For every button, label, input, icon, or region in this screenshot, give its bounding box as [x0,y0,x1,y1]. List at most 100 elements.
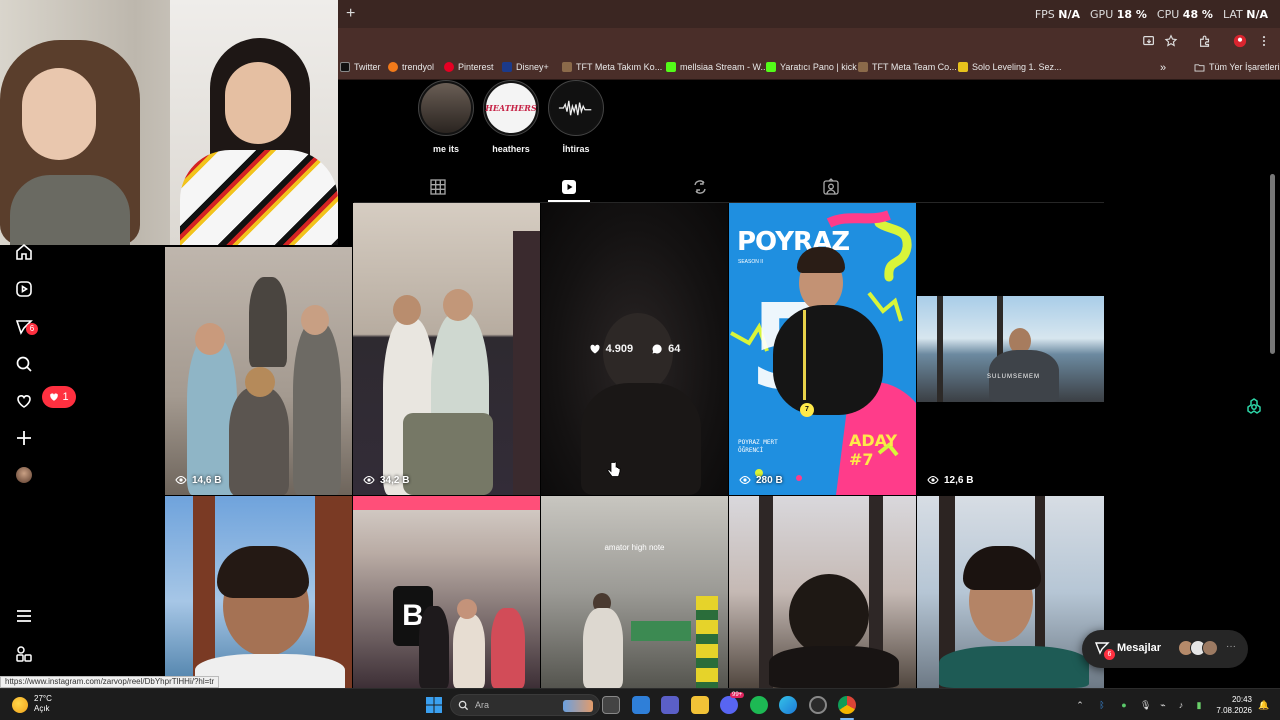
poster-subtitle-role: ÖĞRENCİ [738,447,764,454]
dancer-head [245,367,275,397]
app-icon[interactable] [809,696,827,714]
notifications-bell-icon[interactable]: 🔔 [1258,700,1269,710]
dancer-figure [229,387,289,495]
reel-tile[interactable]: 34,2 B [353,203,540,495]
reel-tile[interactable]: 14,6 B [165,247,352,495]
weather-widget[interactable]: 27°C Açık [34,694,52,714]
link-status-url: https://www.instagram.com/zarvop/reel/Db… [0,676,220,688]
battery-icon[interactable]: ▮ [1194,700,1204,710]
poster-season: SEASON II [738,259,764,265]
highlight-me-its[interactable]: me its [417,80,475,154]
tray-app-icon[interactable]: ● [1119,700,1129,710]
bluetooth-icon[interactable]: ᛒ [1097,700,1107,710]
reel-tile[interactable] [917,496,1104,688]
reel-tile[interactable]: amator high note [541,496,728,688]
discord-icon[interactable] [720,696,738,714]
dancer-figure [249,277,287,367]
chat-avatar [1202,640,1218,656]
bookmark-kick-dashboard[interactable]: Yaratıcı Pano | kick [766,62,857,72]
file-explorer-icon[interactable] [691,696,709,714]
bookmark-trendyol[interactable]: trendyol [388,62,434,72]
search-icon[interactable] [14,354,34,374]
messages-count-badge: 6 [26,323,38,335]
comments-stat: 64 [651,343,680,355]
highlight-ring [548,80,604,136]
microphone-icon[interactable]: 🎙 [1140,700,1151,710]
reel-tile-poster[interactable]: POYRAZ SEASON II 5 7 ADAY #7 POYRAZ MERT… [729,203,916,495]
cpu-stat: CPU 48 % [1156,8,1213,21]
person-body [583,608,623,688]
reel-tile[interactable] [165,496,352,688]
network-icon[interactable]: ⌁ [1158,700,1168,710]
highlight-cover [421,83,471,133]
likes-stat: 4.909 [589,343,633,355]
teams-icon[interactable] [661,696,679,714]
stage-light [353,496,540,510]
reel-tile[interactable]: SULUMSEMEM 12,6 B [917,203,1104,495]
browser-tab-strip: + FPS N/A GPU 18 % CPU 48 % LAT N/A [338,0,1280,28]
messages-badge: 6 [1104,649,1115,660]
bookmark-pinterest[interactable]: Pinterest [444,62,494,72]
extensions-icon[interactable] [1197,34,1213,50]
taskbar-clock[interactable]: 20:43 7.08.2026 [1214,694,1252,716]
kick-icon [766,62,776,72]
create-plus-icon[interactable] [14,428,34,448]
bookmark-twitter[interactable]: Twitter [340,62,381,72]
dancer-head [195,323,225,355]
highlight-ihtiras[interactable]: İhtiras [547,80,605,154]
highlight-heathers[interactable]: HEATHERS heathers [482,80,540,154]
bookmark-tft-meta-2[interactable]: TFT Meta Team Co... [858,62,957,72]
reel-tile-hovered[interactable]: 4.909 64 [541,203,728,495]
reel-tile[interactable] [729,496,916,688]
highlight-label: me its [432,144,459,154]
dancer-figure [419,606,449,688]
tab-reels-icon[interactable] [560,178,578,196]
microsoft-store-icon[interactable] [632,696,650,714]
tab-tagged-icon[interactable] [822,178,840,196]
webcam-person-right-jersey [180,150,338,245]
bookmark-tft-meta-1[interactable]: TFT Meta Takım Ko... [562,62,662,72]
profile-icon[interactable] [1232,34,1248,50]
tab-reposts-icon[interactable] [691,178,709,196]
reel-tile[interactable]: B [353,496,540,688]
also-from-meta-icon[interactable] [14,644,34,664]
tft-icon [858,62,868,72]
windows-start-icon[interactable] [425,696,443,714]
weather-sun-icon[interactable] [12,697,28,713]
all-bookmarks-folder[interactable]: Tüm Yer İşaretleri [1194,62,1280,72]
chrome-icon[interactable] [838,696,856,714]
reels-icon[interactable] [14,279,34,299]
page-scrollbar[interactable] [1270,174,1275,354]
tab-posts-grid-icon[interactable] [429,178,447,196]
notifications-heart-icon[interactable] [14,391,34,411]
likes-notification-pill[interactable]: 1 [42,386,76,408]
video-overlay-text: SULUMSEMEM [987,374,1041,380]
gpu-stat: GPU 18 % [1090,8,1147,21]
bookmark-disney[interactable]: Disney+ [502,62,549,72]
poster-badge: 7 [800,403,814,417]
taskbar-search[interactable]: Ara [450,694,600,716]
edge-icon[interactable] [779,696,797,714]
install-app-icon[interactable] [1141,34,1157,50]
new-tab-button[interactable]: + [346,5,355,23]
menu-kebab-icon[interactable] [1256,34,1272,50]
trendyol-icon [388,62,398,72]
home-icon[interactable] [14,242,34,262]
messages-dock[interactable]: 6 Mesajlar ··· [1082,630,1248,668]
chatgpt-extension-icon[interactable] [1244,397,1264,417]
volume-icon[interactable]: ♪ [1176,700,1186,710]
highlight-cover: HEATHERS [485,83,537,133]
profile-avatar[interactable] [16,467,32,483]
bookmark-solo-leveling[interactable]: Solo Leveling 1. Sez... [958,62,1062,72]
disney-icon [502,62,512,72]
spotify-icon[interactable] [750,696,768,714]
more-menu-icon[interactable] [14,606,34,626]
bookmark-kick-stream[interactable]: mellsiaa Stream - W... [666,62,768,72]
task-view-icon[interactable] [602,696,620,714]
bookmark-star-icon[interactable] [1163,34,1179,50]
bookmarks-overflow-chevron[interactable]: » [1160,62,1166,74]
curtain [513,231,540,495]
view-count: 14,6 B [175,474,221,486]
tray-overflow-icon[interactable]: ⌃ [1075,700,1085,710]
eye-icon [739,475,751,485]
